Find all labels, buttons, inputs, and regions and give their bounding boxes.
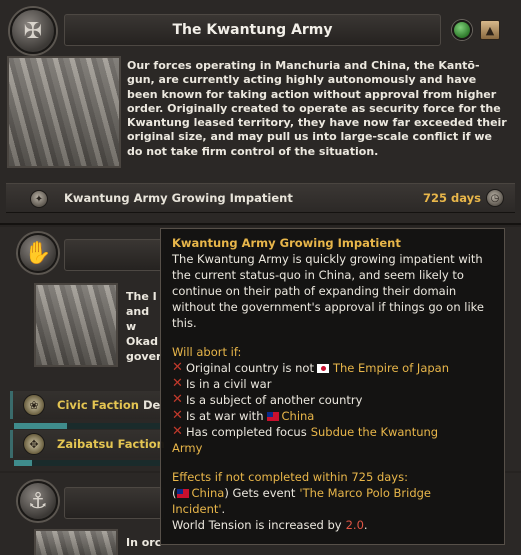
effect-text: . xyxy=(363,518,368,532)
abort-condition: ✕ Original country is not The Empire of … xyxy=(172,360,493,376)
mission-label: Kwantung Army Growing Impatient xyxy=(64,191,293,205)
ship-emblem-icon: ⚓ xyxy=(18,481,58,521)
meeting-photo xyxy=(34,283,118,367)
cross-icon: ✕ xyxy=(172,376,183,391)
decision-description-2: The I and w Okad gover xyxy=(126,289,162,364)
mission-row[interactable]: ✦ Kwantung Army Growing Impatient 725 da… xyxy=(6,183,515,213)
china-flag-icon xyxy=(266,411,279,421)
decision-title-bar: The Kwantung Army xyxy=(64,14,441,46)
japan-flag-icon xyxy=(316,363,329,373)
decision-panel-kwantung-army: ✠ The Kwantung Army ▲ Our forces operati… xyxy=(0,0,521,225)
faction-row-civic[interactable]: ❀ Civic Faction De xyxy=(10,391,170,419)
effect-text: World Tension is increased by xyxy=(172,518,342,532)
abort-condition: ✕ Is in a civil war xyxy=(172,376,493,392)
cross-icon: ✕ xyxy=(172,360,183,375)
faction-name: Zaibatsu Faction xyxy=(57,437,165,451)
effects-header: Effects if not completed within 725 days… xyxy=(172,470,408,484)
abort-country: China xyxy=(281,409,315,423)
soldiers-photo xyxy=(7,56,121,168)
effect-line: ( China ) Gets event 'The Marco Polo Bri… xyxy=(172,485,493,501)
tooltip-body: The Kwantung Army is quickly growing imp… xyxy=(172,252,485,330)
desc-fragment: and w xyxy=(126,305,150,333)
abort-country: The Empire of Japan xyxy=(332,361,449,375)
effect-country: China xyxy=(191,486,225,500)
abort-focus-cont: Army xyxy=(172,441,203,455)
cross-icon: ✕ xyxy=(172,424,183,439)
decision-title-bar-3 xyxy=(64,487,164,519)
faction-row-zaibatsu[interactable]: ✥ Zaibatsu Faction xyxy=(10,430,170,458)
abort-condition: ✕ Has completed focus Subdue the Kwantun… xyxy=(172,424,493,440)
effect-line: World Tension is increased by 2.0 . xyxy=(172,517,493,533)
abort-text: Is in a civil war xyxy=(186,377,272,391)
third-photo xyxy=(34,529,118,555)
abort-text: Is at war with xyxy=(186,409,264,423)
china-flag-icon xyxy=(176,488,189,498)
abort-text: Is a subject of another country xyxy=(186,393,363,407)
mission-tooltip: Kwantung Army Growing Impatient The Kwan… xyxy=(160,228,505,545)
abort-text: Original country is not xyxy=(186,361,314,375)
civic-progress-bar xyxy=(14,423,164,429)
effect-event: 'The Marco Polo Bridge xyxy=(299,486,432,500)
effect-line: Incident' . xyxy=(172,501,493,517)
mission-days: 725 days xyxy=(423,191,481,205)
zaibatsu-progress-fill xyxy=(14,460,32,466)
effect-text: . xyxy=(221,502,226,516)
tooltip-title: Kwantung Army Growing Impatient xyxy=(172,236,401,250)
army-emblem-icon: ✠ xyxy=(10,8,56,54)
zaibatsu-progress-bar xyxy=(14,460,164,466)
cross-icon: ✕ xyxy=(172,408,183,423)
abort-condition: ✕ Is a subject of another country xyxy=(172,392,493,408)
effect-value: 2.0 xyxy=(345,518,364,532)
desc-fragment: Okad xyxy=(126,335,158,348)
decision-description: Our forces operating in Manchuria and Ch… xyxy=(127,59,507,158)
effect-event: Incident' xyxy=(172,502,222,516)
faction-tail: De xyxy=(142,398,161,412)
decision-title: The Kwantung Army xyxy=(172,22,333,38)
timer-icon: ◷ xyxy=(486,189,504,207)
abort-condition: ✕ Is at war with China xyxy=(172,408,493,424)
civic-progress-fill xyxy=(14,423,67,429)
faction-name: Civic Faction xyxy=(57,398,139,412)
select-decision-button[interactable] xyxy=(452,20,472,40)
abort-header: Will abort if: xyxy=(172,345,242,359)
decision-description-3: In orc xyxy=(126,536,162,549)
zaibatsu-faction-icon: ✥ xyxy=(23,433,45,455)
effect-text: ) Gets event xyxy=(224,486,296,500)
civic-faction-icon: ❀ xyxy=(23,394,45,416)
collapse-button[interactable]: ▲ xyxy=(480,20,500,40)
cannon-icon: ✦ xyxy=(30,190,48,208)
desc-fragment: The I xyxy=(126,290,157,303)
abort-text: Has completed focus xyxy=(186,425,307,439)
cross-icon: ✕ xyxy=(172,392,183,407)
abort-focus: Subdue the Kwantung xyxy=(310,425,439,439)
handshake-emblem-icon: ✋ xyxy=(18,233,58,273)
decision-title-bar-2 xyxy=(64,239,164,271)
desc-fragment: gover xyxy=(126,350,162,363)
